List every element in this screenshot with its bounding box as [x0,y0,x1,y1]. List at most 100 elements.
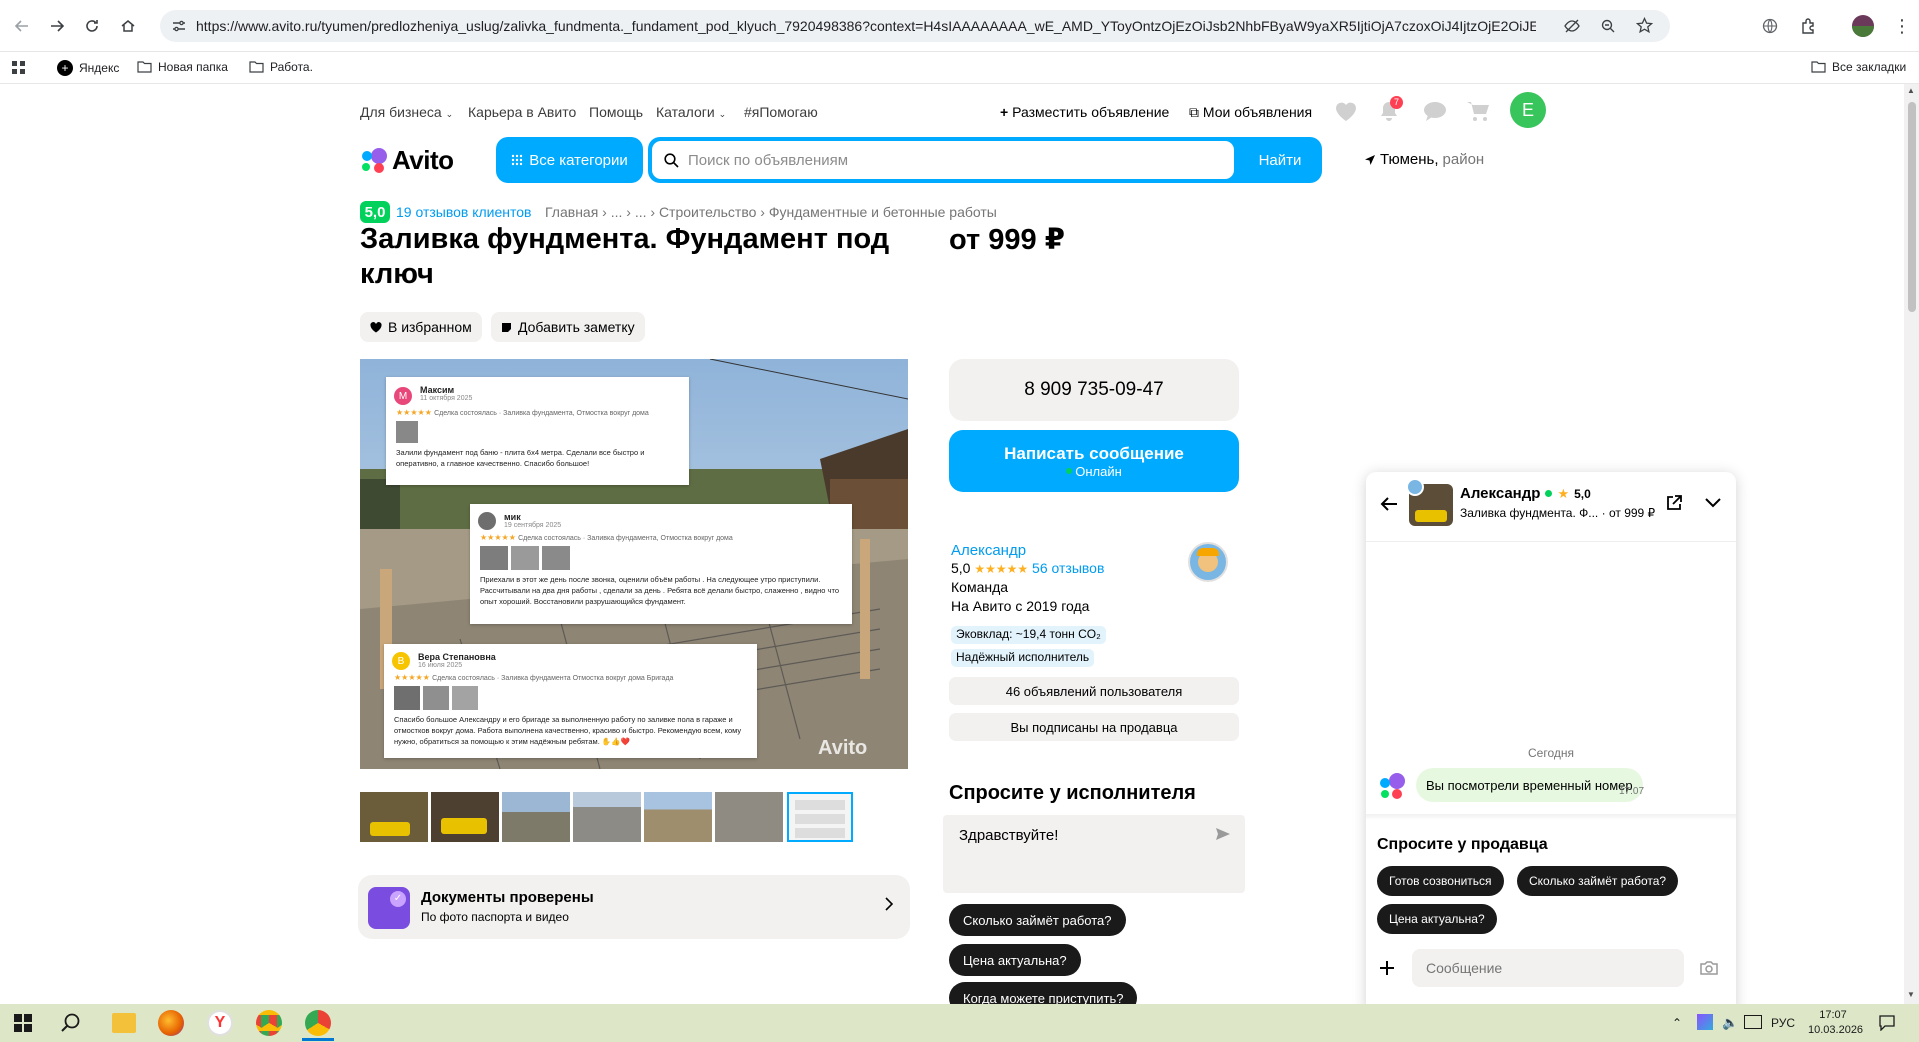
send-icon[interactable] [1215,827,1231,841]
all-bookmarks-label: Все закладки [1832,60,1907,74]
chrome-icon[interactable] [256,1010,282,1036]
clock[interactable]: 17:07 10.03.2026 [1808,1008,1863,1038]
chat-quick-chip[interactable]: Сколько займёт работа? [1517,866,1679,896]
profile-avatar[interactable] [1852,15,1874,37]
ask-message-box[interactable]: Здравствуйте! [943,815,1245,893]
user-ads-link[interactable]: 46 объявлений пользователя [949,677,1239,705]
browser-menu-icon[interactable]: ⋮ [1893,16,1911,37]
seller-type: Команда [951,579,1009,595]
tray-chevron-icon[interactable]: ⌃ [1672,1016,1682,1030]
cart-icon[interactable] [1466,100,1490,122]
scroll-up-icon[interactable]: ▲ [1907,86,1915,95]
seller-since: На Авито с 2019 года [951,598,1090,614]
zoom-icon[interactable] [1600,18,1616,34]
address-bar[interactable]: https://www.avito.ru/tyumen/predlozheniy… [160,10,1670,42]
thumbnail[interactable] [360,792,428,842]
bookmark-star-icon[interactable] [1636,17,1653,34]
firefox-icon[interactable] [158,1010,184,1036]
attach-plus-icon[interactable] [1379,960,1395,976]
file-explorer-icon[interactable] [112,1013,136,1033]
nav-helping[interactable]: #яПомогаю [744,104,818,120]
search-taskbar-icon[interactable] [61,1013,81,1033]
all-bookmarks[interactable]: Все закладки [1811,60,1906,74]
quick-question-chip[interactable]: Сколько займёт работа? [949,904,1126,936]
all-categories-button[interactable]: Все категории [496,137,643,183]
network-icon[interactable] [1744,1015,1762,1029]
translate-icon[interactable] [1762,18,1778,34]
subscribed-button[interactable]: Вы подписаны на продавца [949,713,1239,741]
volume-icon[interactable]: 🔈 [1722,1015,1738,1031]
document-check-icon: ✓ [368,887,410,929]
open-external-icon[interactable] [1665,494,1683,512]
apps-grid-icon[interactable] [12,61,26,75]
breadcrumb[interactable]: Главная › ... › ... › Строительство › Фу… [545,204,997,220]
location-selector[interactable]: Тюмень, район [1364,151,1484,168]
camera-icon[interactable] [1699,960,1719,976]
search-input[interactable] [652,141,1234,179]
documents-verified-card[interactable]: ✓ Документы проверены По фото паспорта и… [358,875,910,939]
main-photo[interactable]: М Максим 11 октября 2025 ★★★★★ Сделка со… [360,359,908,769]
avito-logo[interactable]: Avito [360,144,454,176]
nav-career[interactable]: Карьера в Авито [468,104,576,120]
user-avatar[interactable]: E [1510,92,1546,128]
ask-message-text[interactable]: Здравствуйте! [959,827,1058,844]
thumbnail[interactable] [431,792,499,842]
review-photos [480,546,842,570]
input-language[interactable]: РУС [1771,1016,1795,1030]
add-note-button[interactable]: Добавить заметку [491,312,645,342]
thumbnail[interactable] [715,792,783,842]
heart-icon[interactable] [1334,100,1358,122]
quick-question-chip[interactable]: Когда можете приступить? [949,982,1138,1004]
scroll-thumb[interactable] [1908,102,1916,312]
reliable-tag: Надёжный исполнитель [951,649,1095,667]
reviewer-avatar: В [392,652,410,670]
back-icon[interactable] [8,12,36,40]
favorite-button[interactable]: В избранном [360,312,482,342]
seller-reviews-link[interactable]: 56 отзывов [1032,560,1104,576]
grid-dots-icon [511,154,523,166]
seller-name-link[interactable]: Александр [951,542,1026,559]
bookmark-folder-new[interactable]: Новая папка [137,60,228,74]
post-ad-button[interactable]: + Разместить объявление [1000,104,1169,120]
eye-off-icon[interactable] [1564,18,1580,34]
chat-bubble-icon[interactable] [1423,101,1447,122]
yandex-browser-icon[interactable]: Y [207,1010,233,1036]
chrome-active-icon[interactable] [305,1010,331,1036]
url-text[interactable]: https://www.avito.ru/tyumen/predlozheniy… [196,18,1536,34]
client-reviews-link[interactable]: 19 отзывов клиентов [396,204,532,220]
reload-icon[interactable] [78,12,106,40]
thumbnail[interactable] [644,792,712,842]
back-arrow-icon[interactable] [1380,496,1398,512]
forward-icon[interactable] [43,12,71,40]
scroll-down-icon[interactable]: ▼ [1907,990,1915,999]
thumbnail[interactable] [502,792,570,842]
chat-message-input[interactable] [1412,949,1684,987]
nav-catalogs[interactable]: Каталоги ⌄ [656,104,726,120]
phone-number-box[interactable]: 8 909 735-09-47 [949,359,1239,421]
extensions-icon[interactable] [1800,17,1818,35]
home-icon[interactable] [114,12,142,40]
plus-icon: + [1000,104,1009,120]
bell-icon[interactable]: 7 [1378,96,1403,122]
quick-question-chip[interactable]: Цена актуальна? [949,944,1081,976]
avito-logo-icon [362,148,387,173]
seller-avatar[interactable] [1188,542,1228,582]
notifications-icon[interactable] [1879,1015,1895,1031]
search-button[interactable]: Найти [1238,141,1322,179]
windows-start-icon[interactable] [14,1014,32,1032]
bookmark-folder-work[interactable]: Работа. [249,60,313,74]
my-ads-button[interactable]: ⧉ Мои объявления [1189,104,1312,121]
site-settings-icon[interactable] [172,19,186,33]
thumbnail[interactable] [573,792,641,842]
bookmark-yandex[interactable]: + Яндекс [57,60,119,76]
chat-quick-chip[interactable]: Готов созвониться [1377,866,1504,896]
page-scrollbar[interactable]: ▲ ▼ [1904,84,1919,1004]
pen-tray-icon[interactable] [1697,1014,1713,1030]
collapse-chevron-icon[interactable] [1705,498,1721,508]
nav-help[interactable]: Помощь [589,104,643,120]
seller-mini-avatar [1406,478,1424,496]
nav-business[interactable]: Для бизнеса ⌄ [360,104,453,120]
chat-quick-chip[interactable]: Цена актуальна? [1377,904,1497,934]
thumbnail-selected[interactable] [787,792,853,842]
write-message-button[interactable]: Написать сообщение Онлайн [949,430,1239,492]
